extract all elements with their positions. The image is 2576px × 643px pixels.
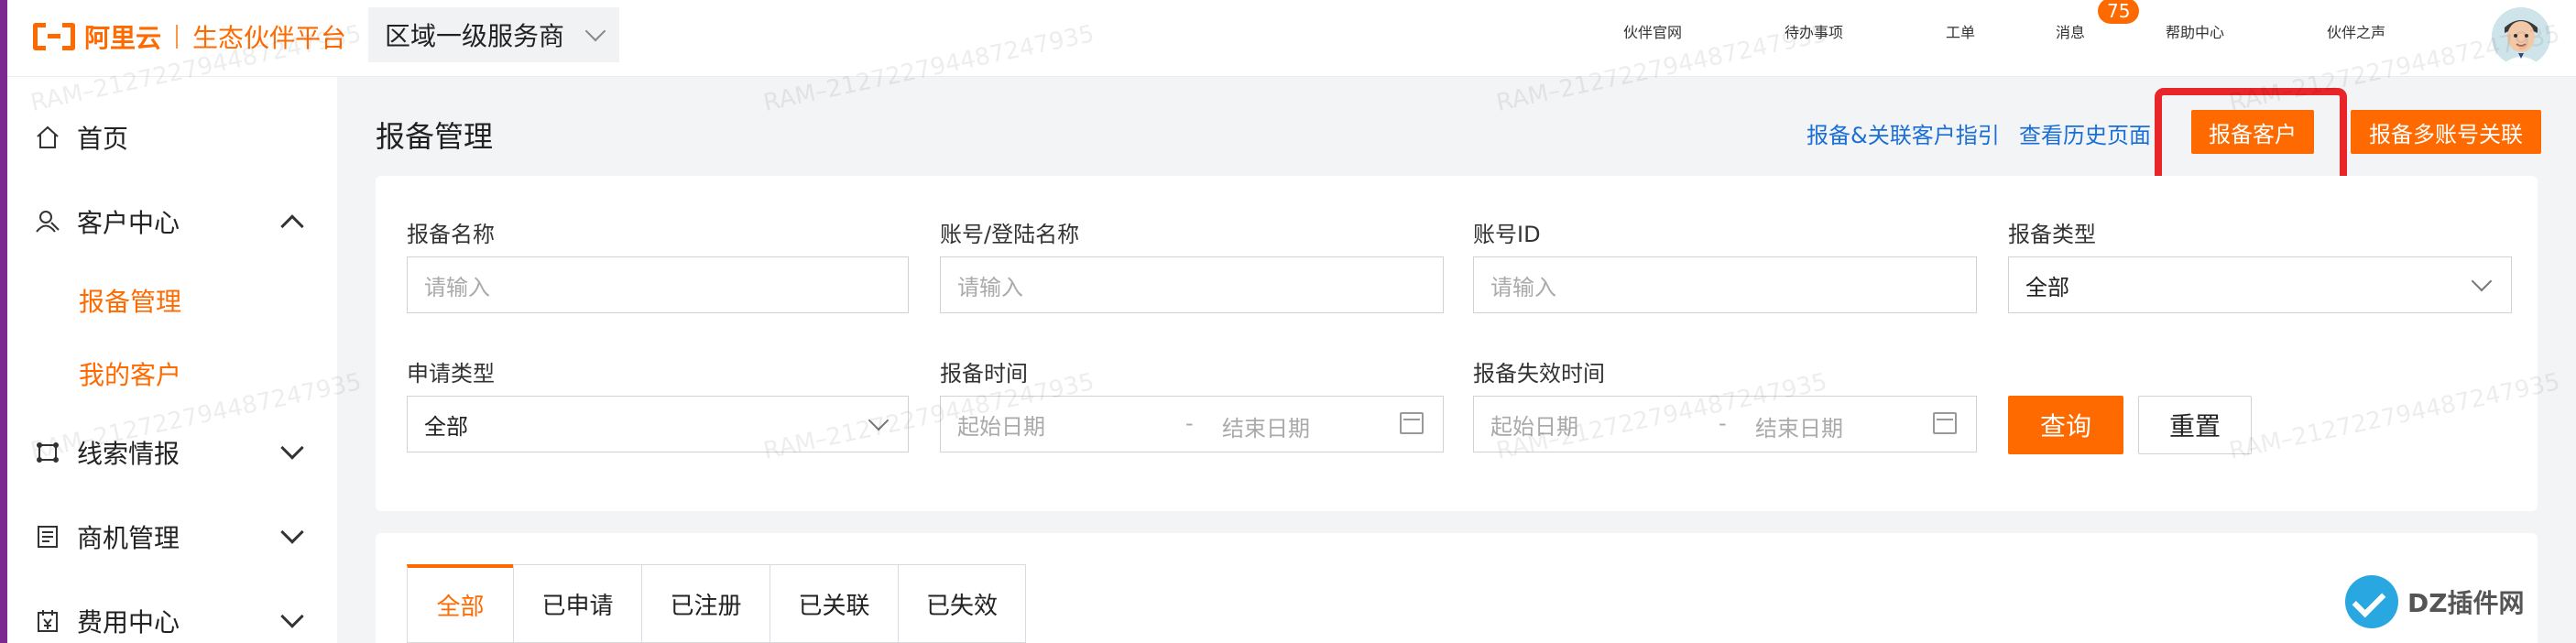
top-header: 阿里云 生态伙伴平台 区域一级服务商 伙伴官网 待办事项 工单 消息 75 帮助…	[0, 0, 2576, 77]
select-value: 全部	[2025, 274, 2069, 300]
chevron-down-icon	[584, 20, 606, 42]
filter-label: 报备时间	[940, 361, 1028, 387]
logo-divider	[176, 25, 179, 49]
date-separator: -	[1719, 410, 1727, 436]
calendar-icon[interactable]	[1400, 412, 1424, 434]
region-select-value: 区域一级服务商	[385, 21, 565, 51]
account-name-input[interactable]: 请输入	[940, 256, 1444, 313]
filter-label: 申请类型	[407, 361, 495, 387]
tab-registered[interactable]: 已注册	[641, 564, 770, 643]
sidebar-item-customer-center[interactable]: 客户中心	[35, 203, 180, 240]
avatar-icon	[2492, 7, 2550, 66]
filter-label: 账号ID	[1473, 222, 1541, 247]
logo-text: 阿里云	[84, 23, 162, 53]
reset-button[interactable]: 重置	[2138, 396, 2252, 454]
logo-subtitle: 生态伙伴平台	[192, 23, 347, 53]
tab-linked[interactable]: 已关联	[770, 564, 898, 643]
apply-type-select[interactable]: 全部	[407, 396, 909, 452]
end-date-placeholder[interactable]: 结束日期	[1755, 410, 1843, 442]
chevron-down-icon	[868, 409, 890, 431]
user-avatar[interactable]	[2492, 7, 2550, 66]
dz-plugin-logo: DZ插件网	[2345, 575, 2525, 628]
registration-name-input[interactable]: 请输入	[407, 256, 909, 313]
sidebar-item-label: 客户中心	[77, 208, 180, 238]
tab-expired[interactable]: 已失效	[898, 564, 1026, 643]
chevron-down-icon[interactable]	[280, 520, 304, 544]
start-date-placeholder[interactable]: 起始日期	[1490, 409, 1578, 441]
sidebar-item-label: 首页	[77, 124, 129, 154]
filter-label: 报备失效时间	[1473, 361, 1605, 387]
query-button[interactable]: 查询	[2008, 396, 2123, 454]
dz-logo-text: DZ插件网	[2407, 588, 2525, 618]
window-edge-strip	[0, 0, 7, 643]
home-icon	[37, 125, 59, 148]
region-select[interactable]: 区域一级服务商	[368, 7, 619, 62]
guide-link[interactable]: 报备&关联客户指引	[1806, 117, 2000, 149]
sidebar-item-leads[interactable]: 线索情报	[35, 434, 180, 471]
nav-partner-site[interactable]: 伙伴官网	[1623, 20, 1682, 42]
status-tabs: 全部 已申请 已注册 已关联 已失效	[407, 564, 1026, 643]
page-title: 报备管理	[376, 119, 494, 154]
chevron-down-icon[interactable]	[280, 605, 304, 628]
account-id-input[interactable]: 请输入	[1473, 256, 1977, 313]
start-date-placeholder[interactable]: 起始日期	[957, 409, 1045, 441]
customer-icon	[36, 211, 60, 233]
opportunity-icon	[38, 526, 58, 548]
filter-label: 账号/登陆名称	[940, 222, 1080, 247]
cost-icon	[38, 610, 58, 632]
sidebar-item-my-customers[interactable]: 我的客户	[79, 355, 181, 392]
nav-messages[interactable]: 消息	[2056, 20, 2085, 42]
sidebar-item-costs[interactable]: 费用中心	[35, 603, 180, 639]
filter-panel	[376, 176, 2538, 511]
sidebar-item-label: 商机管理	[77, 523, 180, 553]
sidebar-item-opportunities[interactable]: 商机管理	[35, 518, 180, 555]
sidebar-item-label: 费用中心	[77, 607, 180, 638]
filter-label: 报备类型	[2008, 222, 2096, 247]
end-date-placeholder[interactable]: 结束日期	[1222, 410, 1310, 442]
register-multi-account-button[interactable]: 报备多账号关联	[2351, 110, 2541, 154]
aliyun-logo[interactable]: 阿里云 生态伙伴平台	[33, 16, 346, 57]
date-separator: -	[1185, 410, 1194, 436]
calendar-icon[interactable]	[1933, 412, 1957, 434]
sidebar-item-home[interactable]: 首页	[35, 119, 128, 156]
chevron-down-icon	[2471, 270, 2493, 292]
sidebar: 首页 客户中心 报备管理 我的客户 线索情报 商机管理 费用中心	[7, 77, 337, 643]
history-link[interactable]: 查看历史页面	[2019, 117, 2151, 149]
sidebar-item-registration[interactable]: 报备管理	[79, 282, 181, 319]
leads-icon	[37, 442, 59, 463]
message-count-badge: 75	[2098, 0, 2140, 24]
sidebar-item-label: 线索情报	[77, 439, 180, 469]
nav-ticket[interactable]: 工单	[1946, 20, 1975, 42]
tab-all[interactable]: 全部	[407, 564, 513, 643]
nav-todo[interactable]: 待办事项	[1785, 20, 1843, 42]
chevron-down-icon[interactable]	[280, 436, 304, 460]
registration-type-select[interactable]: 全部	[2008, 256, 2512, 313]
select-value: 全部	[424, 413, 468, 440]
filter-label: 报备名称	[407, 222, 495, 247]
checkmark-icon	[2345, 575, 2398, 628]
aliyun-logo-icon	[33, 23, 75, 50]
chevron-up-icon[interactable]	[280, 214, 304, 238]
tab-applied[interactable]: 已申请	[513, 564, 641, 643]
nav-partner-voice[interactable]: 伙伴之声	[2327, 20, 2385, 42]
nav-help-center[interactable]: 帮助中心	[2166, 20, 2224, 42]
